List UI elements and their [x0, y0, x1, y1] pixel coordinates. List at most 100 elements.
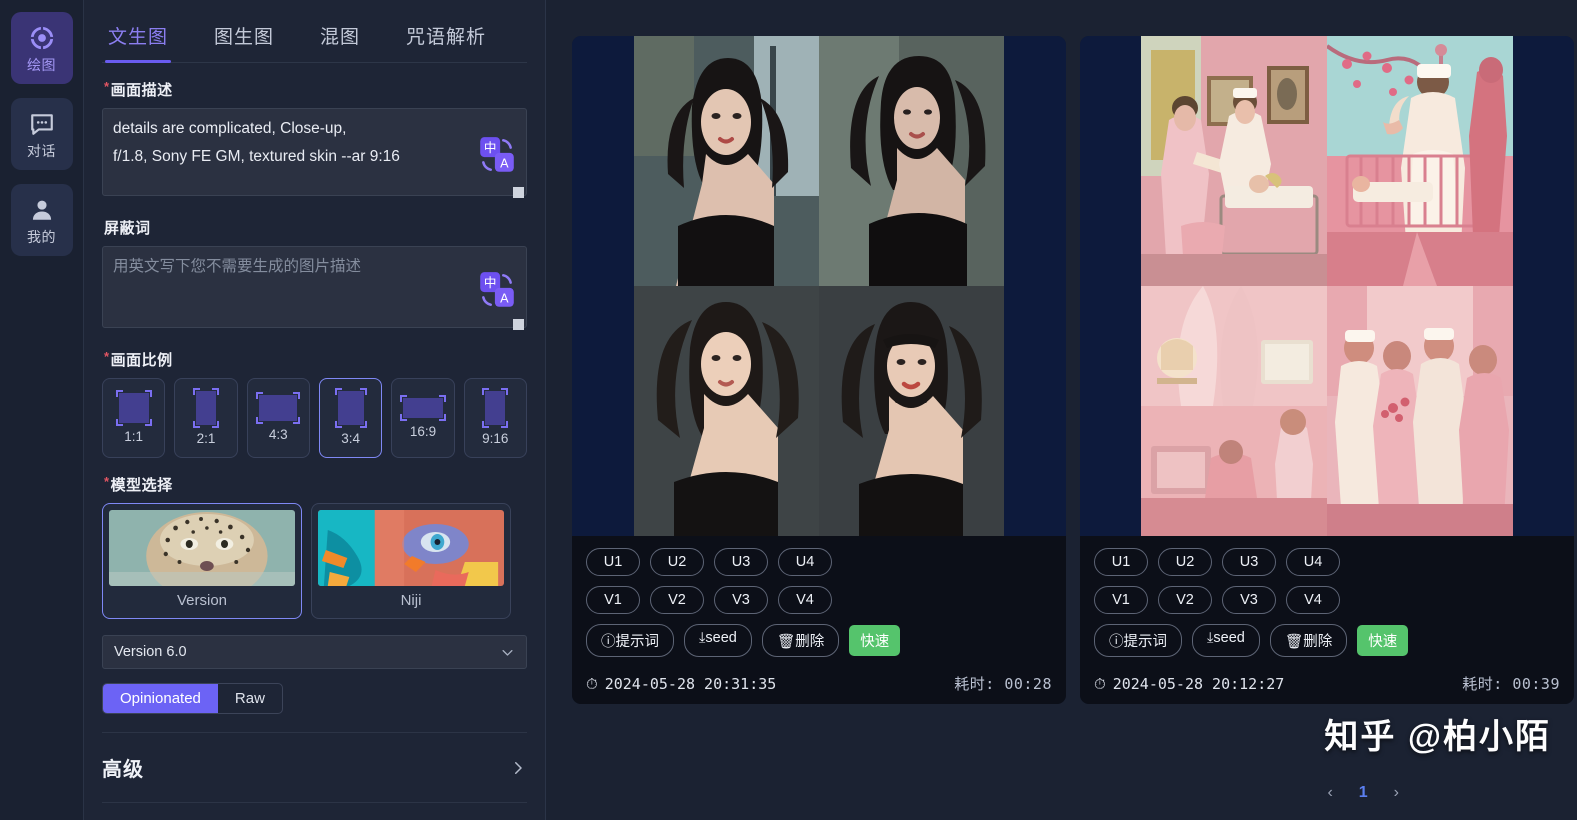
- upscale-button-u2[interactable]: U2: [1158, 548, 1212, 576]
- delete-label: 删除: [1303, 634, 1333, 650]
- timestamp: 2024-05-28 20:31:35: [604, 674, 777, 693]
- trash-icon: 🗑: [1284, 634, 1304, 650]
- translate-icon[interactable]: 中 A: [476, 134, 518, 176]
- result-image-grid[interactable]: [572, 36, 1066, 536]
- chevron-down-icon: [502, 649, 513, 656]
- ratio-shape-icon: [256, 391, 301, 424]
- prompt-info-label: 提示词: [1123, 634, 1168, 650]
- settings-panel: 文生图 图生图 混图 咒语解析 *画面描述 中 A 屏蔽词: [84, 0, 546, 820]
- pagination: ‹ 1 ›: [1327, 784, 1399, 802]
- ratio-label-text: 画面比例: [110, 352, 173, 369]
- prompt-info-button[interactable]: ⓘ提示词: [586, 624, 674, 657]
- negative-field-wrap: 中 A: [102, 246, 527, 333]
- version-select[interactable]: Version 6.0: [102, 635, 527, 669]
- ratio-option-3-4[interactable]: 3:4: [318, 378, 383, 458]
- negative-resize-handle[interactable]: [513, 319, 524, 330]
- required-asterisk: *: [104, 349, 110, 364]
- upscale-button-u3[interactable]: U3: [1222, 548, 1276, 576]
- ratio-option-16-9[interactable]: 16:9: [391, 378, 455, 458]
- tab-blend[interactable]: 混图: [320, 22, 360, 62]
- prompt-resize-handle[interactable]: [513, 187, 524, 198]
- result-card: U1 U2 U3 U4 V1 V2 V3 V4 ⓘ提示词 ⤓seed 🗑删除 快…: [1080, 36, 1574, 704]
- pagination-prev[interactable]: ‹: [1327, 784, 1332, 802]
- result-meta: ⏱ 2024-05-28 20:31:35 耗时: 00:28: [586, 667, 1052, 694]
- ratio-option-4-3[interactable]: 4:3: [246, 378, 310, 458]
- rail-item-mine[interactable]: 我的: [10, 184, 73, 256]
- result-image-grid[interactable]: [1080, 36, 1574, 536]
- ratio-option-9-16[interactable]: 9:16: [463, 378, 527, 458]
- upscale-button-u3[interactable]: U3: [714, 548, 768, 576]
- upscale-button-u1[interactable]: U1: [586, 548, 640, 576]
- ratio-options: 1:1 2:1 4:3 3:4 16:9 9:16: [102, 378, 527, 458]
- stopwatch-icon: ⏱: [1094, 674, 1106, 693]
- timestamp-group: ⏱ 2024-05-28 20:31:35: [586, 675, 776, 693]
- prompt-info-button[interactable]: ⓘ提示词: [1094, 624, 1182, 657]
- style-option-raw[interactable]: Raw: [218, 684, 282, 713]
- leopard-photo-thumbnail: [109, 510, 295, 586]
- info-icon: ⓘ: [601, 634, 616, 650]
- app-root: 绘图 对话 我的 文生图 图生图 混图 咒语解析 *画面描述 details a…: [0, 0, 1577, 820]
- style-toggle: Opinionated Raw: [102, 683, 283, 714]
- target-circle-icon: [30, 26, 53, 49]
- negative-label: 屏蔽词: [104, 217, 527, 238]
- variation-button-v2[interactable]: V2: [650, 586, 704, 614]
- ratio-label: *画面比例: [104, 349, 527, 370]
- duration: 耗时: 00:28: [954, 675, 1052, 693]
- negative-label-text: 屏蔽词: [104, 220, 151, 237]
- variation-button-v3[interactable]: V3: [1222, 586, 1276, 614]
- upscale-button-u4[interactable]: U4: [1286, 548, 1340, 576]
- tool-buttons: ⓘ提示词 ⤓seed 🗑删除 快速: [586, 624, 1052, 657]
- seed-button[interactable]: ⤓seed: [684, 624, 752, 657]
- variation-button-v4[interactable]: V4: [1286, 586, 1340, 614]
- speed-badge: 快速: [1357, 625, 1409, 656]
- variation-button-v3[interactable]: V3: [714, 586, 768, 614]
- rail-label-draw: 绘图: [27, 56, 56, 73]
- rail-label-mine: 我的: [27, 228, 56, 245]
- version-select-value: Version 6.0: [114, 644, 187, 660]
- rail-label-chat: 对话: [27, 142, 56, 159]
- rail-item-chat[interactable]: 对话: [10, 98, 73, 170]
- variation-buttons: V1 V2 V3 V4: [1094, 586, 1560, 614]
- svg-text:A: A: [500, 291, 509, 305]
- ratio-label: 3:4: [341, 430, 361, 446]
- advanced-label: 高级: [102, 759, 144, 781]
- model-card-version[interactable]: Version: [102, 503, 302, 619]
- variation-button-v4[interactable]: V4: [778, 586, 832, 614]
- delete-button[interactable]: 🗑删除: [761, 624, 840, 657]
- variation-button-v1[interactable]: V1: [1094, 586, 1148, 614]
- upscale-buttons: U1 U2 U3 U4: [1094, 548, 1560, 576]
- seed-button[interactable]: ⤓seed: [1192, 624, 1260, 657]
- pagination-next[interactable]: ›: [1394, 784, 1399, 802]
- tab-text-to-image[interactable]: 文生图: [104, 22, 172, 63]
- ratio-shape-icon: [399, 394, 446, 421]
- prompt-info-label: 提示词: [615, 634, 660, 650]
- ratio-shape-icon: [192, 387, 219, 428]
- upscale-button-u2[interactable]: U2: [650, 548, 704, 576]
- seed-label: seed: [1213, 630, 1245, 646]
- tab-prompt-analysis[interactable]: 咒语解析: [406, 22, 486, 62]
- svg-text:中: 中: [484, 139, 497, 154]
- negative-input[interactable]: [102, 246, 527, 328]
- upscale-button-u4[interactable]: U4: [778, 548, 832, 576]
- prompt-input[interactable]: [102, 108, 527, 196]
- ratio-option-1-1[interactable]: 1:1: [102, 378, 166, 458]
- ratio-shape-icon: [115, 389, 152, 426]
- model-label-text: 模型选择: [110, 477, 173, 494]
- translate-icon[interactable]: 中 A: [476, 269, 518, 311]
- variation-button-v1[interactable]: V1: [586, 586, 640, 614]
- left-rail: 绘图 对话 我的: [0, 0, 84, 820]
- variation-button-v2[interactable]: V2: [1158, 586, 1212, 614]
- upscale-buttons: U1 U2 U3 U4: [586, 548, 1052, 576]
- result-card-actions: U1 U2 U3 U4 V1 V2 V3 V4 ⓘ提示词 ⤓seed 🗑删除 快…: [572, 536, 1066, 704]
- ratio-option-2-1[interactable]: 2:1: [174, 378, 238, 458]
- pagination-page-1[interactable]: 1: [1359, 784, 1368, 802]
- delete-button[interactable]: 🗑删除: [1269, 624, 1348, 657]
- style-option-opinionated[interactable]: Opinionated: [103, 684, 218, 713]
- advanced-section-toggle[interactable]: 高级: [102, 733, 527, 803]
- model-card-niji[interactable]: Niji: [311, 503, 511, 619]
- upscale-button-u1[interactable]: U1: [1094, 548, 1148, 576]
- tool-buttons: ⓘ提示词 ⤓seed 🗑删除 快速: [1094, 624, 1560, 657]
- rail-item-draw[interactable]: 绘图: [10, 12, 73, 84]
- ratio-label: 9:16: [482, 430, 509, 446]
- tab-image-to-image[interactable]: 图生图: [214, 22, 274, 62]
